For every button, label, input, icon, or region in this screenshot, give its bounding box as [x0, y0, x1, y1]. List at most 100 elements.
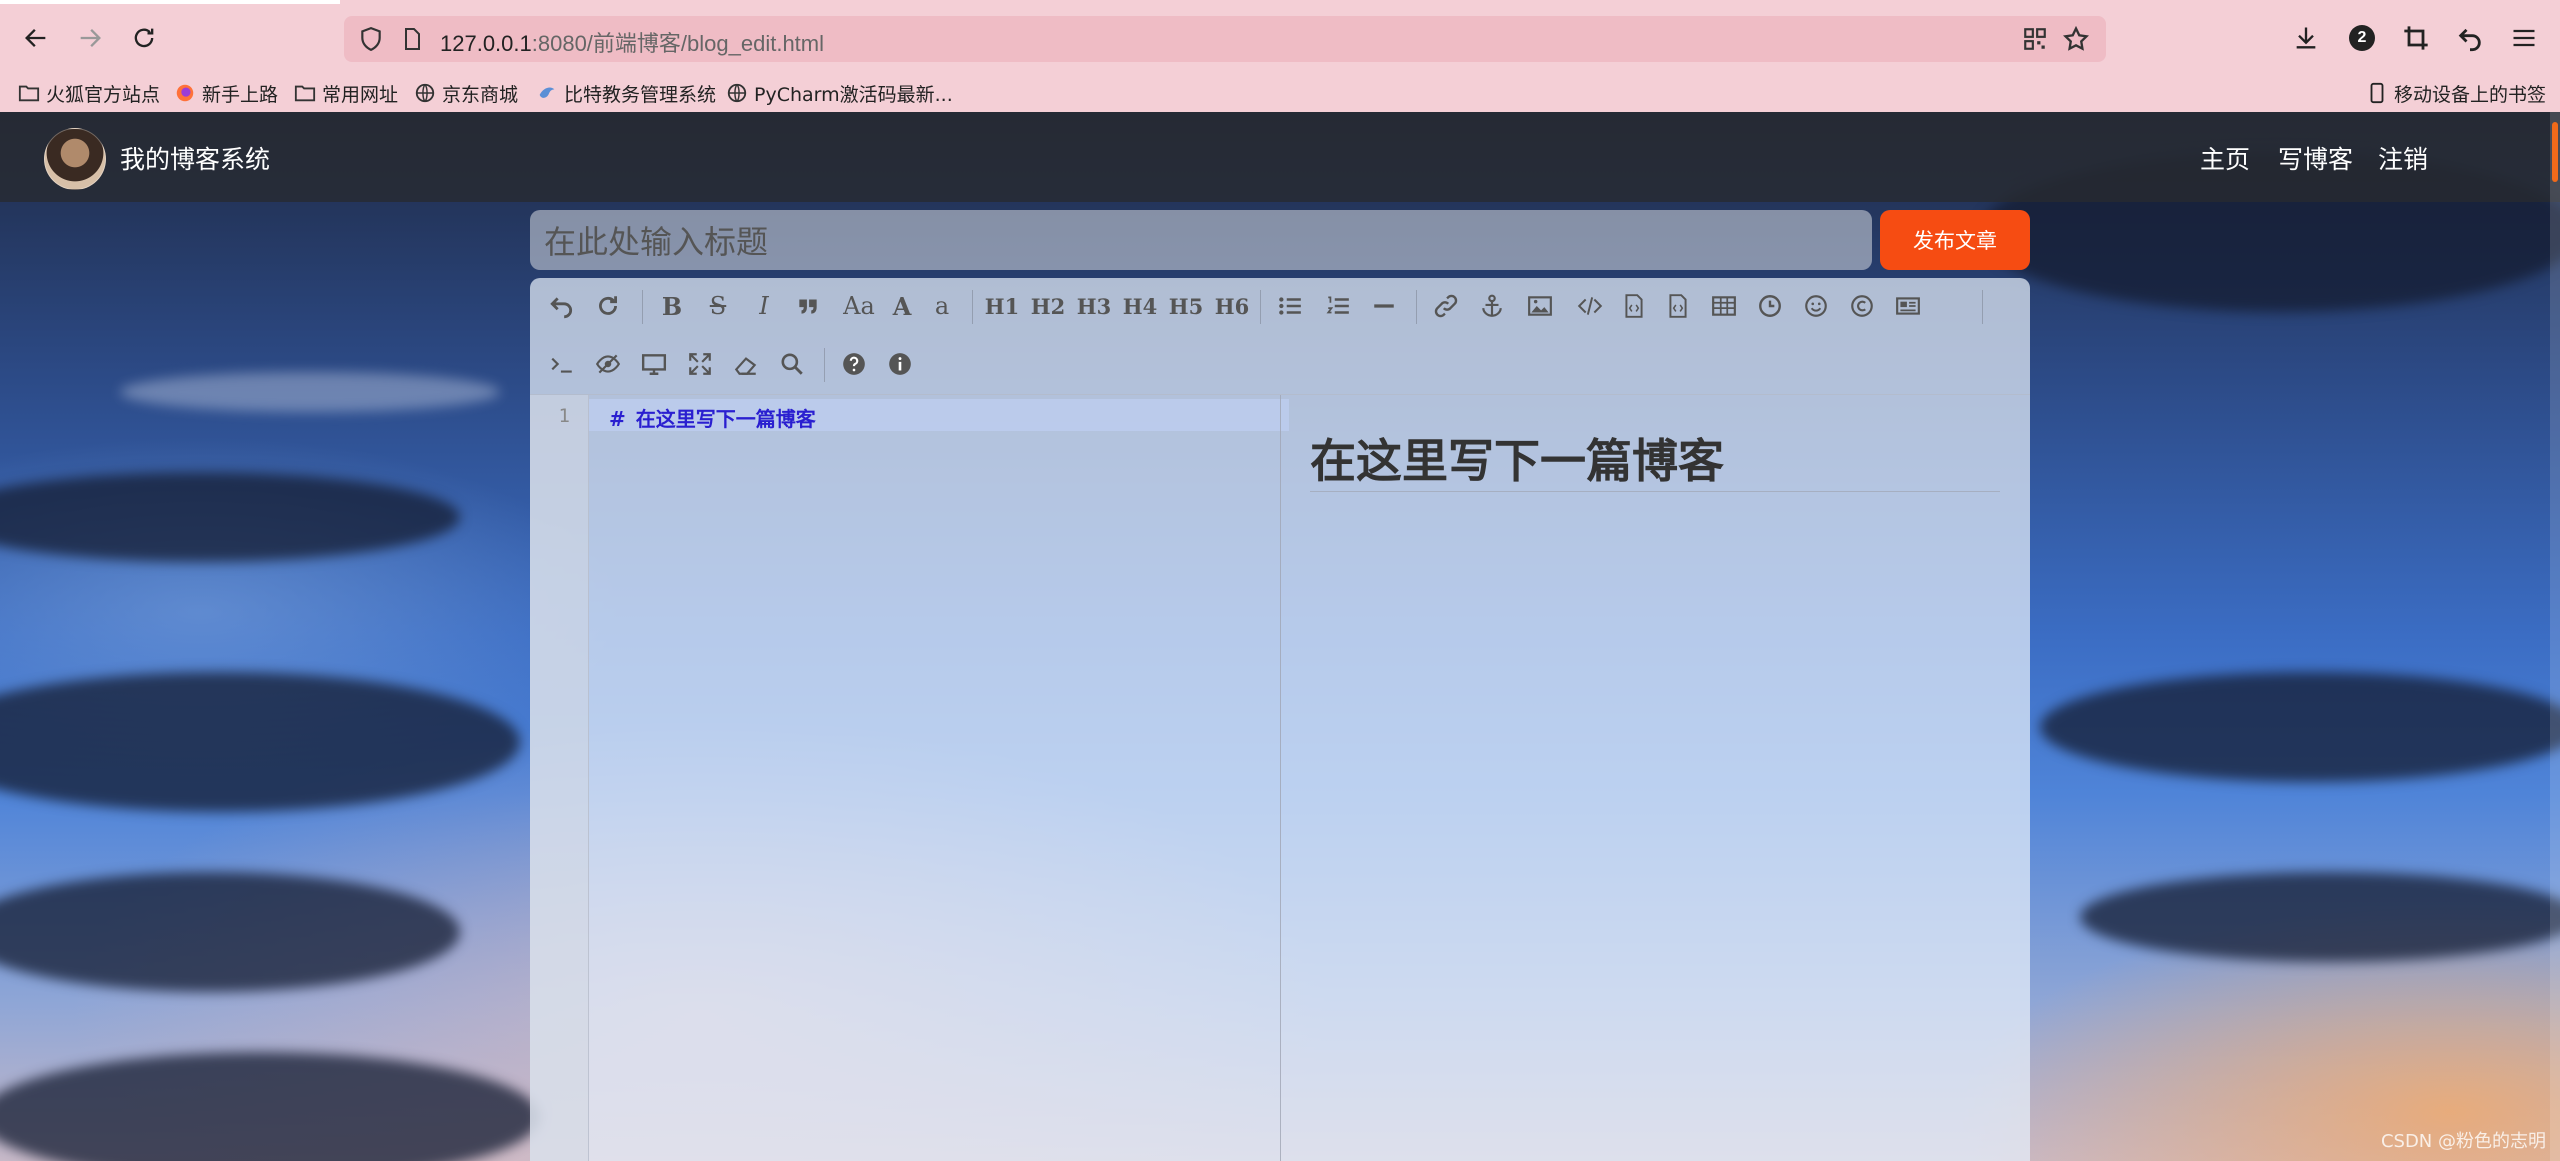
expand-icon	[689, 353, 711, 375]
preformatted-tool[interactable]	[1660, 288, 1696, 324]
url-host: 127.0.0.1	[440, 31, 532, 56]
editor-splitter	[1280, 395, 1281, 1161]
html-entities-tool[interactable]	[1844, 288, 1880, 324]
bookmark-item[interactable]: PyCharm激活码最新...	[726, 78, 953, 108]
hamburger-menu-icon	[2513, 29, 2535, 47]
bookmark-star-icon[interactable]	[2062, 25, 2090, 53]
scrollbar-thumb[interactable]	[2552, 122, 2558, 182]
heading1-tool[interactable]: H1	[984, 288, 1020, 324]
info-tool[interactable]	[882, 346, 918, 382]
bold-tool[interactable]: B	[654, 288, 690, 324]
bookmark-item[interactable]: 常用网址	[294, 78, 398, 108]
heading6-tool[interactable]: H6	[1214, 288, 1250, 324]
toolbar-divider	[642, 290, 643, 324]
background-cloud	[0, 472, 460, 562]
lowercase-tool[interactable]: a	[924, 288, 960, 324]
shield-icon[interactable]	[358, 26, 384, 52]
ordered-list-tool[interactable]	[1320, 288, 1356, 324]
mobile-bookmarks[interactable]: 移动设备上的书签	[2366, 78, 2546, 108]
file-code-icon	[1625, 294, 1643, 318]
watermark: CSDN @粉色的志明	[2380, 1131, 2546, 1152]
nav-link-home[interactable]: 主页	[2200, 140, 2250, 176]
avatar	[44, 128, 106, 190]
page-icon[interactable]	[400, 27, 424, 51]
smile-icon	[1805, 295, 1827, 317]
fullscreen-tool[interactable]	[682, 346, 718, 382]
undo-button[interactable]	[2454, 22, 2486, 54]
background-cloud	[0, 1052, 540, 1161]
strikethrough-tool[interactable]: S	[700, 288, 736, 324]
nav-link-logout[interactable]: 注销	[2378, 140, 2428, 176]
address-bar[interactable]: 127.0.0.1:8080/前端博客/blog_edit.html	[344, 16, 2106, 62]
menu-button[interactable]	[2508, 22, 2540, 54]
browser-chrome: 127.0.0.1:8080/前端博客/blog_edit.html 2 火狐官…	[0, 0, 2560, 112]
heading5-tool[interactable]: H5	[1168, 288, 1204, 324]
italic-tool[interactable]: I	[746, 288, 782, 324]
url-path: :8080/前端博客/blog_edit.html	[531, 31, 825, 56]
folder-icon	[18, 85, 40, 102]
copyright-icon	[1851, 295, 1873, 317]
uppercase-tool[interactable]: Aa	[836, 288, 882, 324]
heading3-tool[interactable]: H3	[1076, 288, 1112, 324]
quote-tool[interactable]	[790, 288, 826, 324]
capitalize-tool[interactable]: A	[884, 288, 920, 324]
code-line[interactable]: # 在这里写下一篇博客	[609, 403, 816, 432]
watch-toggle-tool[interactable]	[590, 346, 626, 382]
markdown-editor: B S I Aa A a H1 H2 H3 H4 H5 H6 1 # 在这里写下…	[530, 278, 2030, 1161]
pagebreak-tool[interactable]	[1890, 288, 1926, 324]
qr-code-icon[interactable]	[2022, 26, 2048, 52]
minus-icon	[1374, 304, 1394, 308]
bookmark-item[interactable]: 比特教务管理系统	[536, 78, 716, 108]
emoji-tool[interactable]	[1798, 288, 1834, 324]
table-tool[interactable]	[1706, 288, 1742, 324]
search-tool[interactable]	[774, 346, 810, 382]
code-block-tool[interactable]	[1616, 288, 1652, 324]
extensions-badge-button[interactable]: 2	[2346, 22, 2378, 54]
unordered-list-tool[interactable]	[1272, 288, 1308, 324]
markdown-input-area[interactable]: # 在这里写下一篇博客	[589, 395, 1289, 1161]
preview-heading: 在这里写下一篇博客	[1310, 434, 1724, 488]
reload-icon	[134, 28, 154, 48]
mobile-phone-icon	[2370, 82, 2384, 104]
page-scrollbar[interactable]	[2550, 112, 2560, 1161]
line-number: 1	[558, 405, 570, 427]
back-button[interactable]	[18, 20, 54, 56]
bookmark-label: 新手上路	[202, 83, 279, 106]
line-number-gutter: 1	[530, 395, 589, 1161]
bookmark-item[interactable]: 火狐官方站点	[18, 78, 160, 108]
list-ol-icon	[1326, 296, 1349, 314]
goto-line-tool[interactable]	[544, 346, 580, 382]
horizontal-rule-tool[interactable]	[1366, 288, 1402, 324]
crop-icon	[2404, 26, 2428, 50]
clear-tool[interactable]	[728, 346, 764, 382]
redo-tool[interactable]	[590, 288, 626, 324]
undo-tool[interactable]	[544, 288, 580, 324]
link-tool[interactable]	[1428, 288, 1464, 324]
image-icon	[1528, 296, 1552, 316]
forward-button[interactable]	[72, 20, 108, 56]
publish-button[interactable]: 发布文章	[1880, 210, 2030, 270]
preview-tool[interactable]	[636, 346, 672, 382]
background-cloud	[2080, 872, 2560, 962]
bookmarks-bar: 火狐官方站点 新手上路 常用网址 京东商城 比特教务管理系统 PyCharm激活…	[0, 74, 2560, 112]
info-circle-icon	[889, 353, 911, 375]
crop-button[interactable]	[2400, 22, 2432, 54]
downloads-button[interactable]	[2290, 22, 2322, 54]
bookmark-item[interactable]: 京东商城	[414, 78, 518, 108]
eye-slash-icon	[595, 354, 621, 374]
image-tool[interactable]	[1522, 288, 1558, 324]
terminal-icon	[551, 357, 572, 373]
datetime-tool[interactable]	[1752, 288, 1788, 324]
url-text[interactable]: 127.0.0.1:8080/前端博客/blog_edit.html	[440, 26, 824, 58]
help-tool[interactable]	[836, 346, 872, 382]
heading4-tool[interactable]: H4	[1122, 288, 1158, 324]
heading2-tool[interactable]: H2	[1030, 288, 1066, 324]
bookmark-item[interactable]: 新手上路	[174, 78, 278, 108]
background-cloud	[0, 872, 460, 992]
reload-button[interactable]	[126, 20, 162, 56]
anchor-tool[interactable]	[1474, 288, 1510, 324]
nav-link-write[interactable]: 写博客	[2278, 140, 2353, 176]
title-input[interactable]: 在此处输入标题	[530, 210, 1872, 270]
inline-code-tool[interactable]	[1572, 288, 1608, 324]
background-cloud	[2040, 672, 2560, 782]
